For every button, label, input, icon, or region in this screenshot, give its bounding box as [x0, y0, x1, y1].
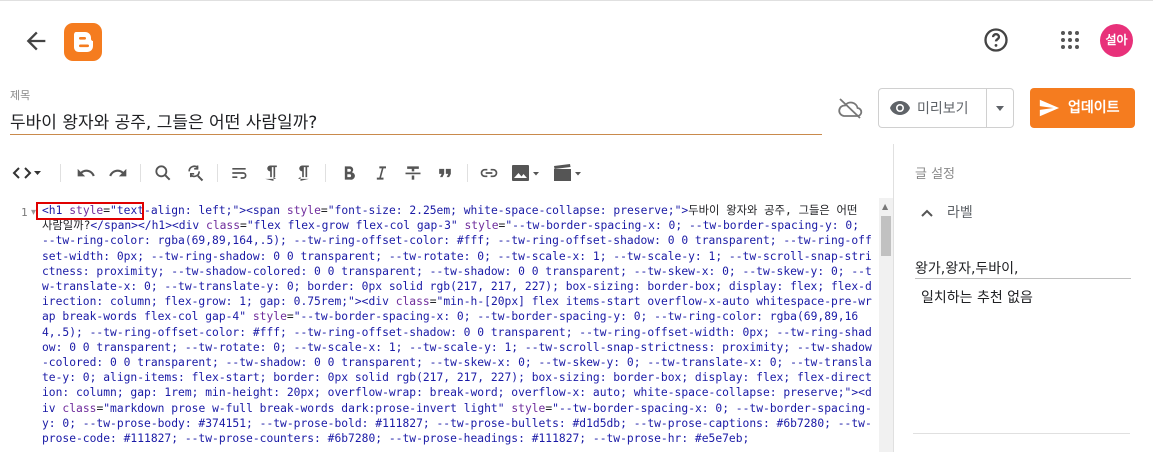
- toolbar-separator: [467, 164, 468, 182]
- scroll-up-icon[interactable]: ▲: [882, 202, 888, 211]
- panel-divider: [893, 144, 894, 452]
- title-label: 제목: [10, 89, 31, 102]
- send-icon: [1038, 97, 1060, 119]
- search-icon[interactable]: [153, 163, 173, 183]
- update-label: 업데이트: [1068, 100, 1120, 116]
- line-number: 1: [21, 206, 28, 219]
- preview-button[interactable]: 미리보기: [878, 88, 1014, 128]
- find-replace-icon[interactable]: [185, 163, 205, 183]
- toolbar-separator: [325, 164, 326, 182]
- title-input[interactable]: 두바이 왕자와 공주, 그들은 어떤 사람일까?: [10, 108, 822, 135]
- apps-grid-icon[interactable]: [1058, 28, 1082, 52]
- toolbar-separator: [217, 164, 218, 182]
- editor-toolbar: [0, 155, 893, 191]
- scrollbar[interactable]: ▲: [879, 198, 893, 452]
- html-editor[interactable]: 1 ▾ <h1 style="text-align: left;"><span …: [0, 198, 893, 452]
- chevron-down-icon[interactable]: [992, 100, 1008, 116]
- scroll-thumb[interactable]: [881, 216, 891, 256]
- post-settings-title: 글 설정: [915, 167, 956, 182]
- avatar[interactable]: 설아: [1100, 24, 1133, 57]
- labels-input[interactable]: 왕가,왕자,두바이,: [915, 258, 1131, 279]
- code-content[interactable]: <h1 style="text-align: left;"><span styl…: [42, 203, 872, 446]
- link-icon[interactable]: [479, 163, 499, 183]
- strikethrough-icon[interactable]: [403, 163, 423, 183]
- top-bar: 설아: [0, 0, 1153, 76]
- code-view-icon[interactable]: [12, 163, 44, 183]
- wrap-icon[interactable]: [229, 163, 249, 183]
- image-icon[interactable]: [511, 163, 541, 183]
- section-divider: [913, 433, 1130, 434]
- labels-section-title[interactable]: 라벨: [947, 202, 973, 222]
- help-icon[interactable]: [982, 26, 1010, 54]
- selection-highlight: [36, 202, 144, 220]
- bold-icon[interactable]: [339, 163, 359, 183]
- rtl-icon[interactable]: [293, 163, 313, 183]
- toolbar-separator: [140, 164, 141, 182]
- update-button[interactable]: 업데이트: [1030, 88, 1135, 128]
- video-icon[interactable]: [553, 163, 583, 183]
- redo-icon[interactable]: [108, 163, 128, 183]
- cloud-off-icon: [836, 96, 864, 120]
- blogger-logo-icon[interactable]: [64, 23, 102, 61]
- no-suggestions-text: 일치하는 추천 없음: [921, 290, 1033, 306]
- line-gutter: 1 ▾: [0, 198, 38, 452]
- ltr-icon[interactable]: [261, 163, 281, 183]
- quote-icon[interactable]: [435, 163, 455, 183]
- preview-divider: [986, 89, 987, 127]
- preview-label: 미리보기: [917, 101, 969, 117]
- italic-icon[interactable]: [371, 163, 391, 183]
- toolbar-separator: [60, 164, 61, 182]
- chevron-up-icon[interactable]: [920, 204, 934, 217]
- back-arrow-icon[interactable]: [22, 27, 50, 55]
- eye-icon: [889, 100, 911, 116]
- undo-icon[interactable]: [76, 163, 96, 183]
